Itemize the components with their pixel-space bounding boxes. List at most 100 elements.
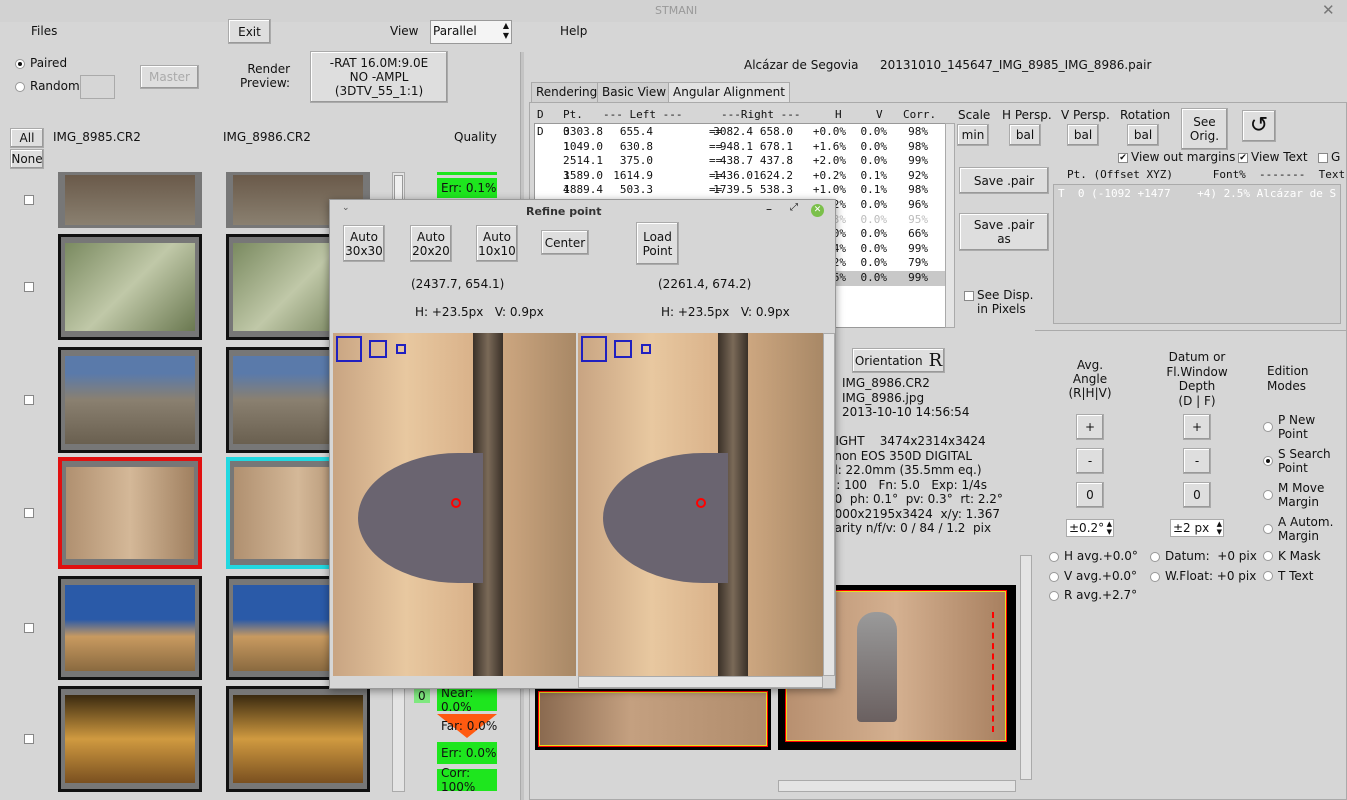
center-button[interactable]: Center	[541, 230, 589, 255]
render-line-3: (3DTV_55_1:1)	[334, 84, 424, 98]
hpersp-bal-button[interactable]: bal	[1009, 124, 1041, 146]
orientation-button[interactable]: Orientation R	[852, 348, 945, 373]
auto-30x30-button[interactable]: Auto 30x30	[343, 225, 385, 262]
left-thumbnail[interactable]	[58, 172, 202, 228]
row-checkbox[interactable]	[24, 282, 34, 292]
cell-ly: 655.4	[619, 125, 653, 138]
left-thumbnail[interactable]	[58, 686, 202, 792]
thumbnail-image	[65, 243, 195, 331]
auto-10x10-button[interactable]: Auto 10x10	[476, 225, 518, 262]
cell-pt: 2	[563, 154, 570, 168]
h-avg-radio[interactable]: H avg.+0.0°	[1049, 549, 1138, 563]
angle-step-spinner[interactable]: ±0.2° ▲ ▼	[1066, 519, 1114, 537]
save-pair-as-button[interactable]: Save .pair as	[959, 213, 1049, 251]
table-row[interactable]: == 4 1889.4 503.3 1739.5 538.3 +1.0% 0.1% 98%	[535, 183, 945, 198]
tab-rendering[interactable]: Rendering	[531, 82, 603, 102]
scale-min-button[interactable]: min	[957, 124, 989, 146]
left-thumbnail[interactable]	[58, 457, 202, 569]
left-thumbnail[interactable]	[58, 234, 202, 340]
cell-ly: 1614.9	[613, 168, 653, 182]
edition-mode-radio[interactable]: S Search Point	[1263, 447, 1331, 475]
edition-mode-radio[interactable]: A Autom. Margin	[1263, 515, 1333, 543]
left-zoom-view[interactable]	[333, 333, 576, 676]
row-checkbox[interactable]	[24, 734, 34, 744]
table-row[interactable]: == 2 514.1 375.0 438.7 437.8 +2.0% 0.0% 99%	[535, 154, 945, 169]
edition-mode-radio[interactable]: T Text	[1263, 569, 1313, 583]
list-scrollbar-thumb[interactable]	[394, 175, 403, 201]
close-icon[interactable]: ✕	[1322, 1, 1335, 19]
files-menu[interactable]: Files	[31, 24, 57, 38]
table-row[interactable]: == D 0 3303.8 655.4 3082.4 658.0 +0.0% 0.0% 98%	[535, 125, 945, 140]
right-thumbnail[interactable]	[226, 686, 370, 792]
row-checkbox[interactable]	[24, 395, 34, 405]
dialog-horizontal-scrollbar[interactable]	[578, 676, 823, 688]
datum-radio[interactable]: Datum: +0 pix	[1150, 549, 1257, 563]
angle-minus-button[interactable]: -	[1076, 448, 1104, 474]
dialog-vertical-scrollbar[interactable]	[823, 333, 835, 676]
wfloat-radio[interactable]: W.Float: +0 pix	[1150, 569, 1256, 583]
save-pair-button[interactable]: Save .pair	[959, 167, 1049, 194]
help-menu[interactable]: Help	[560, 24, 587, 38]
info-line: 00 ph: 0.1° pv: 0.3° rt: 2.2°	[827, 492, 1003, 506]
vpersp-bal-button[interactable]: bal	[1067, 124, 1099, 146]
points-table-scrollbar[interactable]	[945, 123, 955, 328]
depth-step-spinner[interactable]: ±2 px ▲ ▼	[1170, 519, 1224, 537]
view-select[interactable]: Parallel ▲ ▼	[430, 20, 512, 44]
table-row[interactable]: == 3 1589.0 1614.9 1436.0 1624.2 +0.2% 0.1% 92%	[535, 169, 945, 184]
maximize-icon[interactable]: ⤢	[790, 202, 798, 213]
cell-lx: 1589.0	[563, 168, 603, 182]
edition-mode-radio[interactable]: M Move Margin	[1263, 481, 1324, 509]
preview-vertical-scrollbar[interactable]	[1020, 555, 1032, 780]
text-row[interactable]: T 0 (-1092 +1477 +4) 2.5% Alcázar de S	[1054, 185, 1340, 202]
text-table[interactable]: T 0 (-1092 +1477 +4) 2.5% Alcázar de S	[1053, 184, 1341, 324]
dialog-close-icon[interactable]: ✕	[811, 204, 824, 217]
datum-label: Datum: +0 pix	[1165, 549, 1257, 563]
edition-mode-radio[interactable]: K Mask	[1263, 549, 1321, 563]
exit-button[interactable]: Exit	[228, 19, 271, 44]
tab-basic-view[interactable]: Basic View	[597, 82, 672, 102]
horizontal-splitter[interactable]	[1035, 330, 1347, 334]
radio-icon	[1150, 571, 1160, 582]
row-checkbox[interactable]	[24, 195, 34, 205]
minimize-icon[interactable]: –	[766, 202, 772, 216]
load-point-button[interactable]: Load Point	[636, 222, 679, 265]
auto-20x20-button[interactable]: Auto 20x20	[410, 225, 452, 262]
depth-minus-button[interactable]: -	[1183, 448, 1211, 474]
table-row[interactable]: == 1 1049.0 630.8 948.1 678.1 +1.6% 0.0% 98%	[535, 140, 945, 155]
row-checkbox[interactable]	[24, 623, 34, 633]
depth-plus-button[interactable]: +	[1183, 414, 1211, 440]
rotation-label: Rotation	[1120, 108, 1171, 122]
see-orig-button[interactable]: See Orig.	[1181, 108, 1228, 150]
quality-error: Err: 0.1%	[437, 178, 497, 198]
edition-mode-radio[interactable]: P New Point	[1263, 413, 1315, 441]
select-none-button[interactable]: None	[10, 149, 44, 169]
select-all-button[interactable]: All	[10, 128, 44, 148]
see-disp-checkbox[interactable]: See Disp. in Pixels	[964, 288, 1033, 316]
angle-zero-button[interactable]: 0	[1076, 482, 1104, 508]
render-preview-button[interactable]: -RAT 16.0M:9.0E NO -AMPL (3DTV_55_1:1)	[310, 51, 448, 103]
right-zoom-view[interactable]	[578, 333, 823, 676]
depth-zero-button[interactable]: 0	[1183, 482, 1211, 508]
spinner-icon: ▲ ▼	[1216, 520, 1222, 536]
left-thumbnail[interactable]	[58, 576, 202, 680]
rotation-bal-button[interactable]: bal	[1127, 124, 1159, 146]
view-out-margins-checkbox[interactable]: ✔ View out margins	[1118, 150, 1235, 164]
r-avg-radio[interactable]: R avg.+2.7°	[1049, 588, 1137, 602]
angle-plus-button[interactable]: +	[1076, 414, 1104, 440]
left-thumbnail[interactable]	[58, 347, 202, 453]
view-text-checkbox[interactable]: ✔ View Text	[1238, 150, 1308, 164]
info-line: IMG_8986.jpg	[842, 390, 925, 405]
random-input[interactable]	[80, 75, 115, 99]
preview-horizontal-scrollbar[interactable]	[778, 780, 1016, 792]
paired-radio[interactable]: Paired	[15, 56, 67, 70]
row-checkbox[interactable]	[24, 508, 34, 518]
edition-mode-label: M Move Margin	[1278, 481, 1325, 509]
v-avg-radio[interactable]: V avg.+0.0°	[1049, 569, 1137, 583]
g-checkbox[interactable]: G	[1318, 150, 1340, 164]
radio-icon	[1263, 456, 1273, 466]
random-radio[interactable]: Random	[15, 79, 80, 93]
tab-angular-alignment[interactable]: Angular Alignment	[668, 82, 790, 102]
undo-rotate-button[interactable]: ↺	[1242, 110, 1276, 142]
dialog-menu-icon[interactable]: ⌄	[342, 203, 350, 213]
master-button[interactable]: Master	[140, 65, 199, 89]
